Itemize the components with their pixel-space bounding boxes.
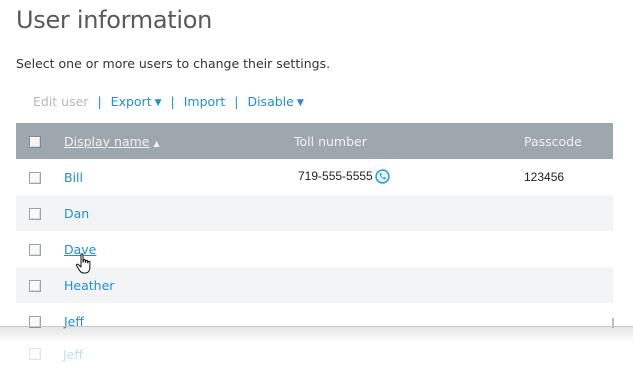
select-all-cell [16, 123, 64, 159]
passcode-value [524, 267, 613, 303]
users-table: Display name ▲ Toll number Passcode Bill … [16, 123, 613, 339]
row-checkbox [29, 348, 41, 360]
passcode-value [524, 195, 613, 231]
toll-number-value [294, 231, 524, 267]
edit-user-button: Edit user [33, 94, 89, 109]
disable-menu[interactable]: Disable ▼ [247, 94, 303, 109]
partial-table-row: Jeff [16, 342, 613, 366]
row-checkbox[interactable] [29, 316, 41, 328]
display-name-header[interactable]: Display name ▲ [64, 123, 294, 159]
table-row: Bill 719-555-5555 123456 [16, 159, 613, 195]
toll-number-value [294, 195, 524, 231]
passcode-value: 123456 [524, 170, 565, 184]
toll-number-value: 719-555-5555 [298, 169, 373, 184]
page-subtitle: Select one or more users to change their… [16, 56, 331, 71]
sort-ascending-icon: ▲ [153, 138, 160, 148]
divider-edge [612, 318, 614, 328]
import-button[interactable]: Import [184, 94, 226, 109]
table-header-row: Display name ▲ Toll number Passcode [16, 123, 613, 159]
table-row: Heather [16, 267, 613, 303]
passcode-value [524, 231, 613, 267]
select-all-checkbox[interactable] [29, 136, 41, 148]
user-name-link[interactable]: Jeff [64, 314, 84, 329]
row-checkbox[interactable] [29, 172, 41, 184]
toolbar-separator: | [97, 94, 102, 109]
user-toolbar: Edit user | Export ▼ | Import | Disable ▼ [33, 94, 304, 109]
disable-label: Disable [247, 94, 294, 109]
user-name-link[interactable]: Bill [64, 170, 83, 185]
toll-number-value [294, 267, 524, 303]
phone-call-icon[interactable] [375, 168, 390, 184]
toll-number-header: Toll number [294, 133, 367, 149]
display-name-sort-link[interactable]: Display name [64, 134, 150, 149]
export-dropdown-icon: ▼ [154, 98, 162, 108]
disable-dropdown-icon: ▼ [296, 98, 304, 108]
row-checkbox[interactable] [29, 208, 41, 220]
row-checkbox[interactable] [29, 244, 41, 256]
hand-pointer-cursor-icon [75, 253, 95, 275]
user-name-link[interactable]: Dan [64, 206, 89, 221]
table-row: Dave [16, 231, 613, 267]
toolbar-separator: | [234, 94, 239, 109]
export-menu[interactable]: Export ▼ [111, 94, 162, 109]
user-name-link: Jeff [63, 346, 83, 362]
row-checkbox[interactable] [29, 280, 41, 292]
passcode-header: Passcode [524, 133, 582, 149]
export-label: Export [110, 94, 152, 109]
passcode-value [524, 303, 613, 339]
users-table-container: Display name ▲ Toll number Passcode Bill … [16, 123, 613, 339]
table-row: Jeff [16, 303, 613, 339]
toolbar-separator: | [170, 94, 175, 109]
table-row: Dan [16, 195, 613, 231]
toll-number-value [294, 303, 524, 339]
page-title: User information [16, 6, 213, 34]
user-name-link[interactable]: Heather [64, 278, 114, 293]
